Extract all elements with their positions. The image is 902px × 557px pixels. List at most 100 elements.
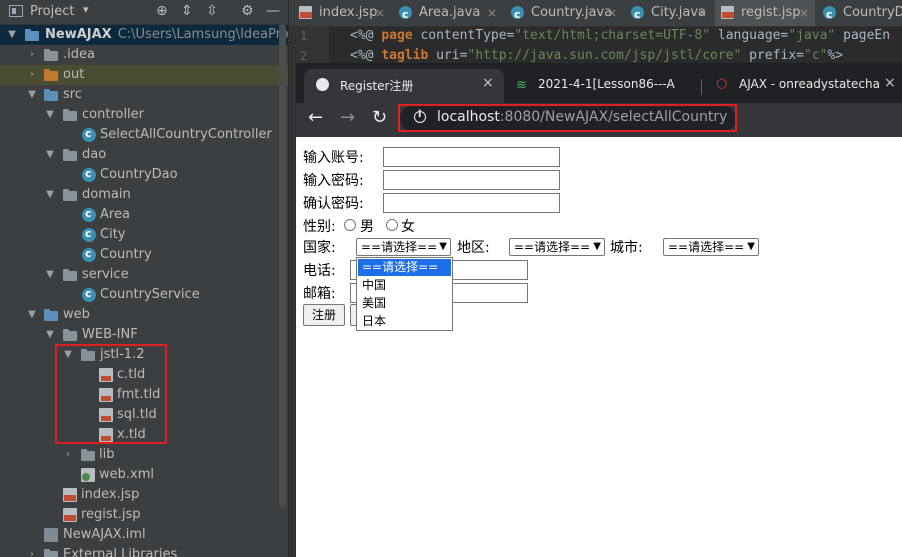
tree-item-countrydao[interactable]: CountryDao <box>0 164 288 185</box>
tree-item-web-inf[interactable]: ▼ WEB-INF <box>0 325 288 345</box>
tab-countrydao[interactable]: CountryDa <box>817 0 902 28</box>
chevron-right-icon[interactable]: › <box>26 65 38 85</box>
chevron-down-icon[interactable]: ▼ <box>44 265 56 285</box>
chevron-down-icon: ▼ <box>439 241 447 252</box>
class-icon <box>511 2 524 28</box>
country-select[interactable]: ==请选择== ▼ <box>356 238 451 256</box>
tree-item-project-root[interactable]: ▼ NewAJAX C:\Users\Lamsung\IdeaProject <box>0 25 313 45</box>
confirm-password-input[interactable] <box>383 193 560 213</box>
country-option[interactable]: 日本 <box>358 313 451 330</box>
tab-index-jsp[interactable]: index.jsp × <box>293 0 391 26</box>
close-icon[interactable]: × <box>375 0 385 26</box>
tree-item-label: SelectAllCountryController <box>100 127 272 142</box>
tree-item-web[interactable]: ▼ web <box>0 305 288 325</box>
code-token: %> <box>827 48 844 63</box>
male-radio[interactable] <box>344 219 356 231</box>
tree-item-idea[interactable]: › .idea <box>0 45 288 65</box>
project-view-icon <box>9 5 23 17</box>
country-option[interactable]: 中国 <box>358 277 451 294</box>
back-arrow-icon[interactable]: ← <box>308 107 323 128</box>
chevron-down-icon[interactable]: ▼ <box>44 325 56 345</box>
project-scrollbar[interactable] <box>279 24 286 508</box>
tree-item-index-jsp[interactable]: index.jsp <box>0 485 288 505</box>
tree-item-country[interactable]: Country <box>0 244 288 265</box>
tree-item-src[interactable]: ▼ src <box>0 85 288 105</box>
tab-regist-jsp[interactable]: regist.jsp × <box>715 0 815 26</box>
code-line-2[interactable]: <%@ taglib uri="http://java.sun.com/jsp/… <box>350 48 843 63</box>
tree-item-regist-jsp[interactable]: regist.jsp <box>0 505 288 525</box>
tab-label: Country.java <box>531 5 613 20</box>
tree-item-domain[interactable]: ▼ domain <box>0 185 288 205</box>
locate-icon[interactable]: ⊕ <box>156 3 168 19</box>
class-icon <box>631 2 644 28</box>
chevron-right-icon[interactable]: › <box>62 445 74 465</box>
reload-icon[interactable]: ↻ <box>372 107 387 128</box>
account-input[interactable] <box>383 147 560 167</box>
tab-label: CountryDa <box>843 5 902 20</box>
code-token: language= <box>710 28 789 43</box>
tab-label: regist.jsp <box>741 5 801 20</box>
chevron-down-icon[interactable]: ▾ <box>83 3 89 16</box>
browser-tab-ajax[interactable]: ⬡ AJAX - onreadystatecha × <box>706 69 902 103</box>
close-icon[interactable]: × <box>607 0 617 26</box>
expand-all-icon[interactable]: ⇕ <box>181 3 193 19</box>
close-icon[interactable]: × <box>799 0 809 26</box>
gear-icon[interactable]: ⚙ <box>241 3 254 19</box>
tab-label: Area.java <box>419 5 481 20</box>
tree-item-external-libraries[interactable]: › External Libraries <box>0 545 288 557</box>
tree-item-label: out <box>63 67 85 82</box>
close-icon[interactable]: × <box>487 0 497 26</box>
tree-item-city[interactable]: City <box>0 224 288 245</box>
chevron-down-icon[interactable]: ▼ <box>26 305 38 325</box>
register-button[interactable]: 注册 <box>303 304 345 326</box>
chevron-down-icon[interactable]: ▼ <box>44 145 56 165</box>
forward-arrow-icon[interactable]: → <box>340 107 355 128</box>
url-highlight-annotation <box>398 104 737 132</box>
tree-item-countryservice[interactable]: CountryService <box>0 284 288 305</box>
tree-item-web-xml[interactable]: web.xml <box>0 465 288 485</box>
female-radio[interactable] <box>386 219 398 231</box>
close-icon[interactable]: × <box>697 0 707 26</box>
package-icon <box>63 108 77 122</box>
tab-city-java[interactable]: City.java × <box>625 0 713 28</box>
tree-item-dao[interactable]: ▼ dao <box>0 145 288 165</box>
city-select[interactable]: ==请选择== ▼ <box>663 238 759 256</box>
tree-item-controller[interactable]: ▼ controller <box>0 105 288 125</box>
browser-tab-lesson[interactable]: ≋ 2021-4-1[Lesson86---A <box>506 69 702 103</box>
country-option[interactable]: 美国 <box>358 295 451 312</box>
folder-icon <box>63 328 77 342</box>
browser-tab-label: Register注册 <box>340 79 414 93</box>
code-token: <%@ <box>350 28 382 43</box>
tree-item-out[interactable]: › out <box>0 65 288 85</box>
class-icon <box>82 284 96 304</box>
tab-country-java[interactable]: Country.java × <box>505 0 623 28</box>
area-select[interactable]: ==请选择== ▼ <box>509 238 605 256</box>
browser-tab-register[interactable]: Register注册 × <box>304 69 504 103</box>
hide-panel-icon[interactable]: — <box>266 3 280 19</box>
tree-item-newajax-iml[interactable]: NewAJAX.iml <box>0 525 288 545</box>
class-icon <box>82 224 96 244</box>
tree-item-area[interactable]: Area <box>0 204 288 225</box>
chevron-down-icon[interactable]: ▼ <box>6 25 18 45</box>
chevron-down-icon[interactable]: ▼ <box>44 185 56 205</box>
project-panel-title[interactable]: Project <box>30 4 74 19</box>
tree-item-lib[interactable]: › lib <box>0 445 288 465</box>
tree-item-label: City <box>100 227 126 242</box>
web-folder-icon <box>44 308 58 322</box>
code-line-1[interactable]: <%@ page contentType="text/html;charset=… <box>350 28 890 43</box>
close-icon[interactable]: × <box>482 75 494 91</box>
chevron-down-icon[interactable]: ▼ <box>26 85 38 105</box>
close-icon[interactable]: × <box>884 75 896 91</box>
globe-icon <box>316 78 329 91</box>
xml-file-icon <box>81 468 95 482</box>
tree-item-service[interactable]: ▼ service <box>0 265 288 285</box>
country-option[interactable]: ==请选择== <box>358 259 451 276</box>
chevron-right-icon[interactable]: › <box>26 45 38 65</box>
tree-item-selectallcountrycontroller[interactable]: SelectAllCountryController <box>0 124 288 145</box>
password-input[interactable] <box>383 170 560 190</box>
chevron-down-icon[interactable]: ▼ <box>44 105 56 125</box>
folder-icon <box>44 68 58 82</box>
collapse-all-icon[interactable]: ⇳ <box>206 3 218 19</box>
tab-area-java[interactable]: Area.java × <box>393 0 503 28</box>
chevron-right-icon[interactable]: › <box>26 545 38 557</box>
